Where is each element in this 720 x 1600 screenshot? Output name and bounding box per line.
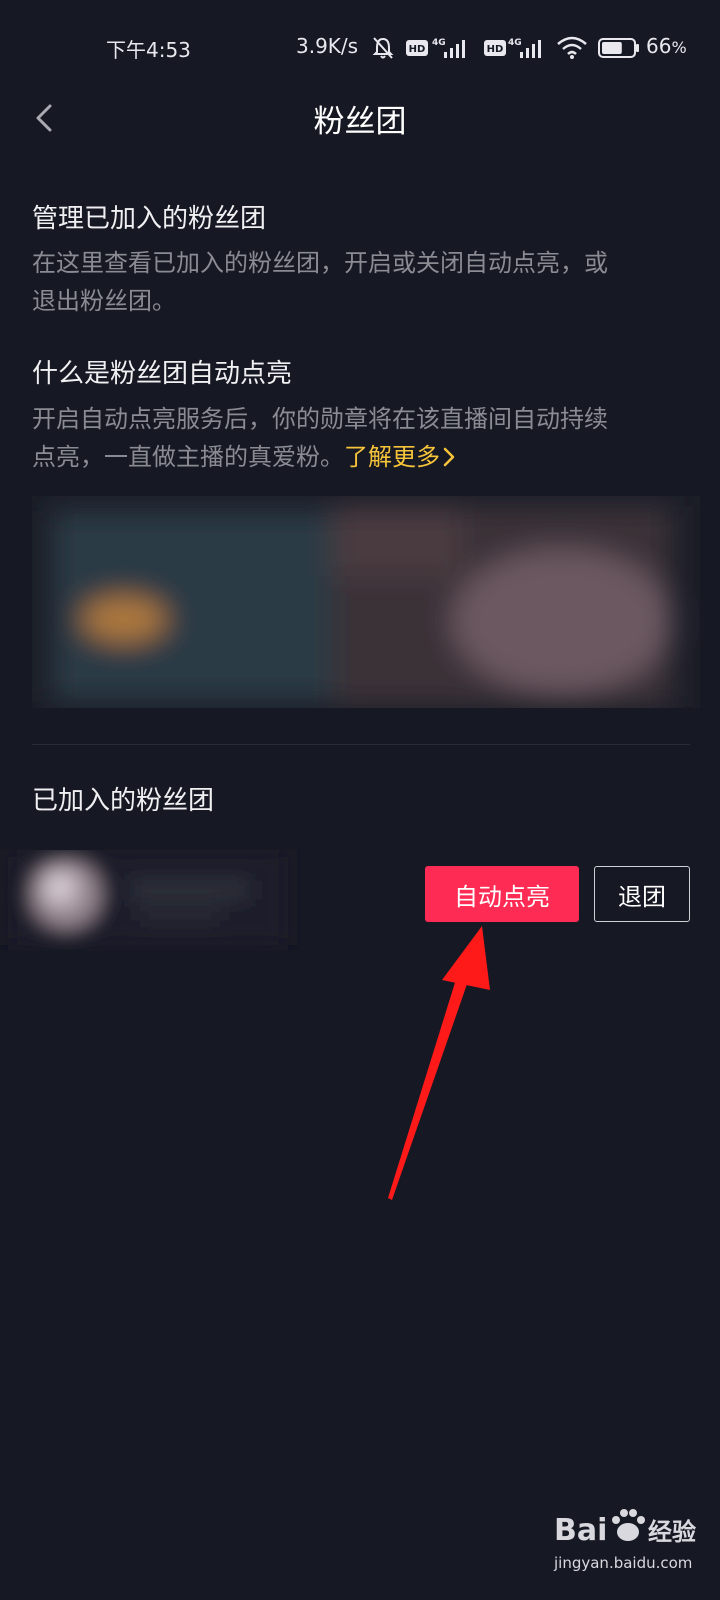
baidu-jingyan-watermark: Bai 经验 jingyan.baidu.com — [553, 1509, 696, 1572]
4g-signal-icon: 4G — [508, 38, 541, 58]
manage-title: 管理已加入的粉丝团 — [32, 204, 267, 234]
network-speed: 3.9K/s — [296, 34, 359, 58]
wifi-icon — [557, 36, 587, 59]
hd-icon: HD — [406, 40, 428, 56]
auto-light-button[interactable]: 自动点亮 — [425, 866, 579, 922]
what-is-desc-line1: 开启自动点亮服务后，你的勋章将在该直播间自动持续 — [32, 405, 608, 433]
battery-percent: 66% — [646, 34, 687, 58]
what-is-desc-line2: 点亮，一直做主播的真爱粉。了解更多 — [32, 438, 692, 476]
watermark-brand: Bai — [554, 1513, 607, 1548]
battery-icon — [598, 38, 639, 58]
4g-signal-icon: 4G — [432, 38, 465, 58]
blurred-avatar-and-name — [8, 850, 288, 945]
page-title: 粉丝团 — [313, 104, 407, 140]
watermark-url: jingyan.baidu.com — [553, 1554, 692, 1572]
annotation-arrow — [388, 926, 490, 1200]
joined-title: 已加入的粉丝团 — [32, 786, 215, 816]
svg-text:HD: HD — [409, 44, 426, 55]
svg-text:HD: HD — [487, 44, 504, 55]
learn-more-link[interactable]: 了解更多 — [344, 443, 456, 471]
what-is-description: 开启自动点亮服务后，你的勋章将在该直播间自动持续 点亮，一直做主播的真爱粉。了解… — [32, 400, 692, 476]
status-time: 下午4:53 — [106, 38, 191, 62]
chevron-right-icon — [443, 447, 455, 467]
blurred-banner-image — [32, 496, 700, 708]
manage-desc-line1: 在这里查看已加入的粉丝团，开启或关闭自动点亮，或 — [32, 249, 608, 277]
status-bar: 下午4:53 3.9K/s HD 4G HD 4G 66% — [0, 0, 720, 96]
hd-icon: HD — [484, 40, 506, 56]
svg-text:4G: 4G — [432, 38, 446, 48]
divider — [32, 744, 690, 745]
exit-fan-club-button[interactable]: 退团 — [594, 866, 690, 922]
svg-text:4G: 4G — [508, 38, 522, 48]
manage-description: 在这里查看已加入的粉丝团，开启或关闭自动点亮，或 退出粉丝团。 — [32, 244, 692, 320]
what-is-title: 什么是粉丝团自动点亮 — [32, 359, 293, 389]
manage-desc-line2: 退出粉丝团。 — [32, 287, 176, 315]
paw-icon — [612, 1509, 645, 1541]
watermark-suffix: 经验 — [648, 1518, 696, 1546]
mute-icon — [372, 37, 394, 59]
